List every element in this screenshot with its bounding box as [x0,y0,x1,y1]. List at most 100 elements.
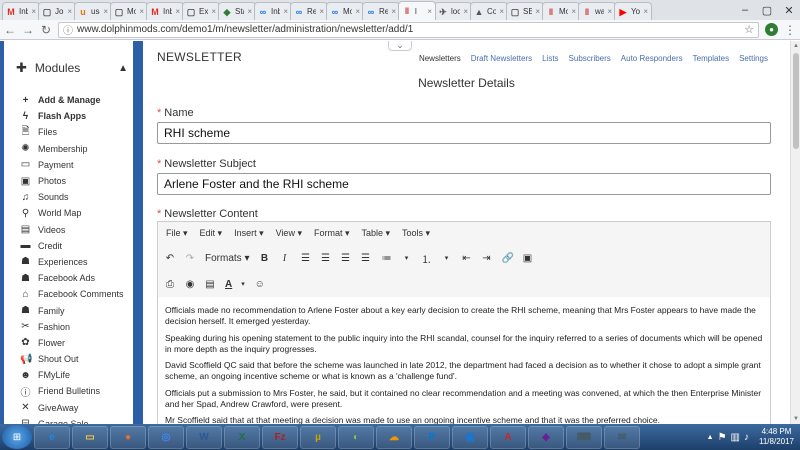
scroll-down-icon[interactable]: ▼ [793,416,799,422]
bullet-list-dropdown-icon[interactable]: ▾ [400,254,412,262]
bullet-list-icon[interactable]: ≔ [380,253,392,264]
page-scrollbar[interactable]: ▲ ▼ [790,41,800,424]
sidebar-item[interactable]: ✺ Membership [20,141,132,157]
browser-tab[interactable]: M Inbo× [2,2,40,20]
taskbar-app[interactable]: ⌨ [566,425,602,449]
nav-link[interactable]: Templates [693,54,729,63]
text-color-button[interactable]: A [225,279,232,290]
subject-input[interactable]: Arlene Foster and the RHI scheme [157,173,771,195]
browser-tab[interactable]: ▢Expr× [182,2,220,20]
tab-close-icon[interactable]: × [571,7,576,16]
browser-tab[interactable]: ‖ wal× [578,2,616,20]
browser-tab[interactable]: ‖ l × [398,1,436,20]
maximize-icon[interactable]: ▢ [756,0,778,20]
sidebar-item[interactable]: ⚲ World Map [20,205,132,221]
bold-icon[interactable]: B [258,253,270,264]
sidebar-item[interactable]: ▣ Photos [20,173,132,189]
taskbar-app[interactable]: ◈ [528,425,564,449]
sidebar-item[interactable]: ☗ Experiences [20,254,132,270]
scroll-up-icon[interactable]: ▲ [793,43,799,49]
browser-tab[interactable]: ∞ Rec× [362,2,400,20]
align-center-icon[interactable]: ☰ [319,253,331,264]
taskbar-app[interactable]: X [224,425,260,449]
browser-menu-icon[interactable]: ⋮ [784,23,796,37]
sidebar-item[interactable]: + Add & Manage [20,92,132,108]
print-icon[interactable]: ⎙ [164,279,176,290]
taskbar-app[interactable]: ◐ [338,425,374,449]
taskbar-app[interactable]: A [490,425,526,449]
tab-close-icon[interactable]: × [31,7,36,16]
bookmark-star-icon[interactable]: ☆ [744,23,754,36]
tab-close-icon[interactable]: × [535,7,540,16]
back-icon[interactable]: ← [4,23,16,37]
text-color-dropdown-icon[interactable]: ▾ [241,280,245,288]
tab-close-icon[interactable]: × [499,7,504,16]
browser-tab[interactable]: ∞ Rec× [290,2,328,20]
tab-close-icon[interactable]: × [607,7,612,16]
numbered-list-icon[interactable]: ⒈ [420,251,432,266]
media-icon[interactable]: ▤ [204,279,216,290]
nav-link[interactable]: Subscribers [569,54,611,63]
nav-link[interactable]: Auto Responders [621,54,683,63]
minimize-icon[interactable]: – [734,0,756,20]
close-icon[interactable]: ✕ [778,0,800,20]
link-icon[interactable]: 🔗 [501,253,513,264]
tab-close-icon[interactable]: × [67,7,72,16]
browser-tab[interactable]: ‖ Mo× [542,2,580,20]
tab-close-icon[interactable]: × [643,7,648,16]
taskbar-app[interactable]: ◎ [148,425,184,449]
chevron-up-icon[interactable]: ▲ [118,63,128,74]
tray-expand-icon[interactable]: ▲ [707,434,714,441]
taskbar-app[interactable]: e [34,425,70,449]
reload-icon[interactable]: ↻ [40,23,52,37]
browser-tab[interactable]: ✈ look× [434,2,472,20]
tab-close-icon[interactable]: × [355,7,360,16]
browser-tab[interactable]: uusa× [74,2,112,20]
sidebar-item[interactable]: ▬ Credit [20,238,132,254]
tab-close-icon[interactable]: × [139,7,144,16]
undo-icon[interactable]: ↶ [164,253,176,264]
sidebar-item[interactable]: ☗ Family [20,302,132,318]
browser-tab[interactable]: M Inbo× [146,2,184,20]
nav-link[interactable]: Draft Newsletters [471,54,532,63]
sidebar-item[interactable]: ☻ FMyLife [20,367,132,383]
editor-menu-item[interactable]: File ▾ [166,228,188,239]
tab-close-icon[interactable]: × [319,7,324,16]
forward-icon[interactable]: → [22,23,34,37]
name-input[interactable]: RHI scheme [157,122,771,144]
taskbar-app[interactable]: ● [110,425,146,449]
url-input[interactable]: ⓘ www.dolphinmods.com/demo1/m/newsletter… [58,21,759,38]
nav-link[interactable]: Lists [542,54,558,63]
tab-close-icon[interactable]: × [427,7,432,16]
redo-icon[interactable]: ↷ [184,253,196,264]
sidebar-item[interactable]: 📢 Shout Out [20,351,132,367]
sidebar-item[interactable]: ✂ Fashion [20,319,132,335]
tab-close-icon[interactable]: × [211,7,216,16]
info-icon[interactable]: ⓘ [63,22,73,37]
taskbar-app[interactable]: W [186,425,222,449]
browser-tab[interactable]: ▲Cou× [470,2,508,20]
tab-close-icon[interactable]: × [283,7,288,16]
emoticon-icon[interactable]: ☺ [254,279,266,290]
tab-close-icon[interactable]: × [103,7,108,16]
tab-close-icon[interactable]: × [391,7,396,16]
tab-close-icon[interactable]: × [175,7,180,16]
sidebar-item[interactable]: ☗ Facebook Ads [20,270,132,286]
action-center-icon[interactable]: ⚑ [718,432,727,443]
taskbar-app[interactable]: P [414,425,450,449]
sidebar-item[interactable]: ⓘ Friend Bulletins [20,383,132,399]
nav-link[interactable]: Settings [739,54,768,63]
editor-menu-item[interactable]: View ▾ [276,228,302,239]
indent-icon[interactable]: ⇥ [480,253,492,264]
browser-tab[interactable]: ▶ You× [614,2,652,20]
chevron-down-icon[interactable]: ⌄ [388,41,412,51]
browser-tab[interactable]: ∞ Mo× [326,2,364,20]
editor-menu-item[interactable]: Tools ▾ [402,228,430,239]
sidebar-item[interactable]: ⊟ Garage Sale [20,416,132,424]
outdent-icon[interactable]: ⇤ [460,253,472,264]
sidebar-item[interactable]: ♫ Sounds [20,189,132,205]
modules-header[interactable]: ✚ Modules ▲ [16,60,128,76]
taskbar-app[interactable]: Fz [262,425,298,449]
browser-tab[interactable]: ▢Join× [38,2,76,20]
browser-tab[interactable]: ∞ Inbo× [254,2,292,20]
